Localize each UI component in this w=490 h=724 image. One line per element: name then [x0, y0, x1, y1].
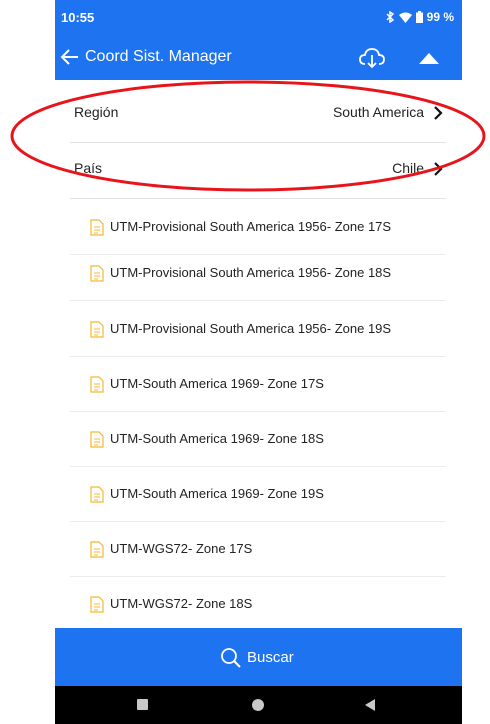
list-item[interactable]: UTM-Provisional South America 1956- Zone…: [70, 301, 446, 357]
wifi-icon: [398, 12, 412, 23]
document-icon: [90, 376, 104, 393]
document-icon: [90, 486, 104, 503]
coordinate-system-name: UTM-WGS72- Zone 18S: [110, 596, 253, 611]
country-row[interactable]: País Chile: [70, 142, 446, 199]
recents-icon[interactable]: [137, 699, 148, 710]
battery-level: 99 %: [426, 10, 454, 24]
document-icon: [90, 431, 104, 448]
coordinate-system-name: UTM-Provisional South America 1956- Zone…: [110, 265, 392, 280]
search-icon: [221, 648, 241, 668]
coordinate-system-name: UTM-Provisional South America 1956- Zone…: [110, 321, 392, 336]
coordinate-system-name: UTM-South America 1969- Zone 19S: [110, 486, 324, 501]
phone-screen: 10:55 99 % Coord Sist. Manager Región So…: [55, 0, 462, 724]
document-icon: [90, 265, 104, 282]
region-value: South America: [332, 104, 424, 120]
back-arrow-icon[interactable]: [59, 46, 81, 68]
chevron-right-icon: [434, 162, 443, 176]
toolbar-title: Coord Sist. Manager: [85, 48, 232, 65]
list-item[interactable]: UTM-WGS72- Zone 18S: [70, 576, 446, 632]
coordinate-system-name: UTM-WGS72- Zone 17S: [110, 541, 253, 556]
coordinate-system-name: UTM-Provisional South America 1956- Zone…: [110, 219, 392, 234]
android-nav-bar: [55, 686, 462, 724]
document-icon: [90, 321, 104, 338]
battery-icon: [415, 11, 423, 23]
status-icons: 99 %: [386, 10, 454, 24]
document-icon: [90, 541, 104, 558]
status-bar: 10:55 99 %: [55, 0, 462, 36]
app-toolbar: Coord Sist. Manager: [55, 36, 462, 80]
chevron-right-icon: [434, 106, 443, 120]
coordinate-system-name: UTM-South America 1969- Zone 17S: [110, 376, 324, 391]
list-item[interactable]: UTM-Provisional South America 1956- Zone…: [70, 245, 446, 301]
home-icon[interactable]: [252, 699, 264, 711]
search-button[interactable]: Buscar: [55, 628, 462, 686]
country-value: Chile: [392, 160, 424, 176]
document-icon: [90, 219, 104, 236]
cloud-download-icon[interactable]: [357, 43, 387, 73]
region-label: Región: [74, 104, 119, 120]
country-label: País: [74, 160, 103, 176]
list-item[interactable]: UTM-South America 1969- Zone 18S: [70, 411, 446, 467]
coordinate-system-name: UTM-South America 1969- Zone 18S: [110, 431, 324, 446]
list-item[interactable]: UTM-WGS72- Zone 17S: [70, 521, 446, 577]
search-label: Buscar: [247, 649, 294, 666]
region-row[interactable]: Región South America: [70, 86, 446, 143]
status-time: 10:55: [61, 10, 95, 25]
collapse-up-icon[interactable]: [417, 49, 441, 67]
list-item[interactable]: UTM-South America 1969- Zone 19S: [70, 466, 446, 522]
back-nav-icon[interactable]: [364, 698, 376, 712]
bluetooth-icon: [386, 11, 394, 23]
document-icon: [90, 596, 104, 613]
list-item[interactable]: UTM-South America 1969- Zone 17S: [70, 356, 446, 412]
